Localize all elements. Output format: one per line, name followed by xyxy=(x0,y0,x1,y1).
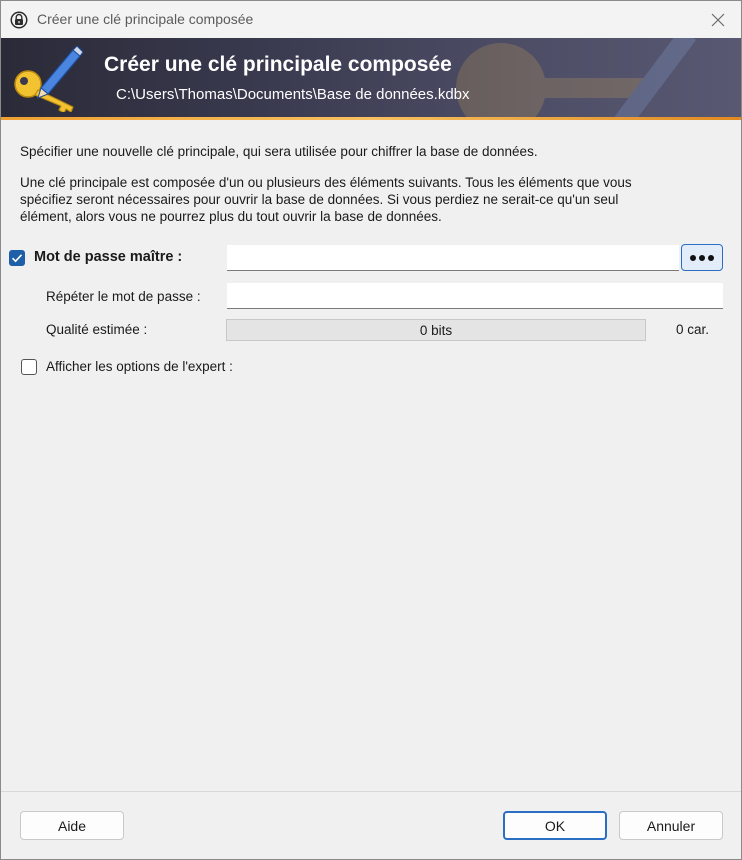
banner-accent-stripe xyxy=(1,117,741,120)
close-button[interactable] xyxy=(695,1,741,38)
repeat-password-input[interactable] xyxy=(227,283,723,309)
title-bar: Créer une clé principale composée xyxy=(1,1,741,38)
master-password-input[interactable] xyxy=(227,245,679,271)
close-icon xyxy=(711,13,725,26)
expert-options-label: Afficher les options de l'expert : xyxy=(46,359,233,374)
footer-divider xyxy=(1,791,741,792)
master-password-checkbox[interactable] xyxy=(9,250,25,266)
banner-decoration-icon xyxy=(456,38,696,120)
master-password-label: Mot de passe maître : xyxy=(34,249,183,265)
description-line-1: Une clé principale est composée d'un ou … xyxy=(20,175,632,190)
expert-options-checkbox[interactable] xyxy=(21,359,37,375)
description-line-3: élément, alors vous ne pourrez plus du t… xyxy=(20,209,442,224)
intro-text: Spécifier une nouvelle clé principale, q… xyxy=(20,144,538,159)
key-pen-icon xyxy=(14,46,83,112)
description-line-2: spécifiez seront nécessaires pour ouvrir… xyxy=(20,192,619,207)
ok-button[interactable]: OK xyxy=(503,811,607,840)
dialog-window: Créer une clé principale composée Créer … xyxy=(0,0,742,860)
repeat-password-label: Répéter le mot de passe : xyxy=(46,289,201,304)
header-banner: Créer une clé principale composée C:\Use… xyxy=(1,38,741,120)
quality-label: Qualité estimée : xyxy=(46,322,148,337)
quality-bits: 0 bits xyxy=(419,322,453,338)
show-password-toggle-button[interactable] xyxy=(681,244,723,271)
window-title: Créer une clé principale composée xyxy=(37,11,254,27)
padlock-icon xyxy=(10,11,28,29)
quality-bar: 0 bits xyxy=(226,319,646,341)
cancel-button[interactable]: Annuler xyxy=(619,811,723,840)
help-button[interactable]: Aide xyxy=(20,811,124,840)
banner-title: Créer une clé principale composée xyxy=(104,53,452,76)
show-password-dots-icon xyxy=(689,254,716,261)
char-count: 0 car. xyxy=(676,322,710,337)
checkmark-icon xyxy=(11,254,23,263)
database-path: C:\Users\Thomas\Documents\Base de donnée… xyxy=(116,86,470,103)
